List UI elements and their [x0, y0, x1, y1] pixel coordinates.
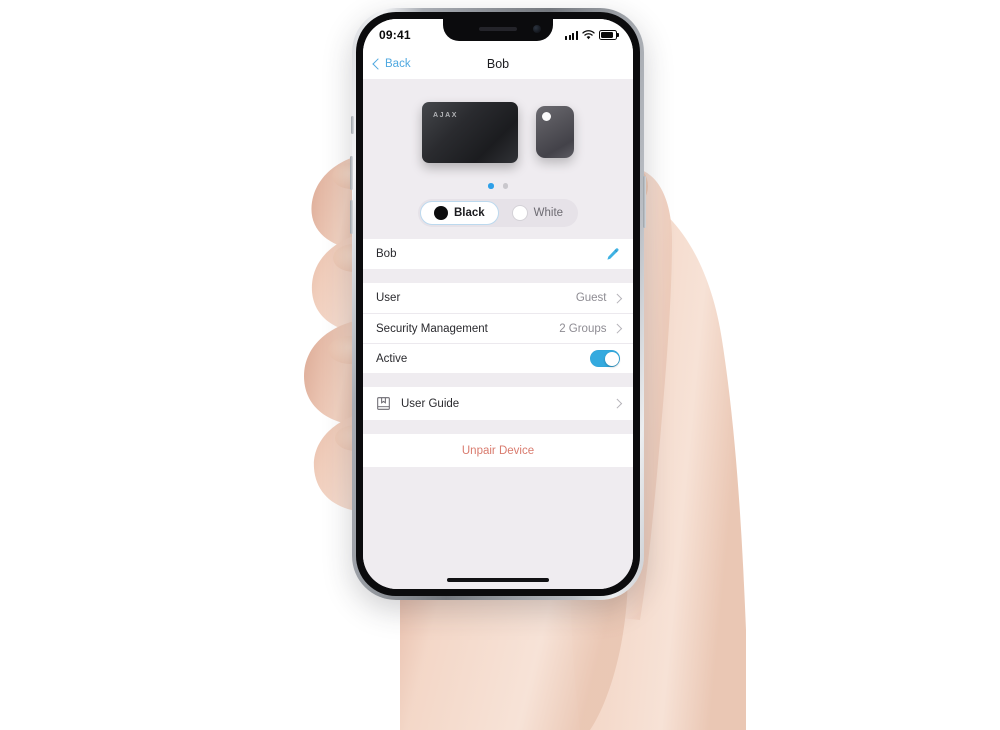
section-gap-1 — [363, 269, 633, 283]
color-option-white-label: White — [533, 207, 564, 219]
unpair-device-row[interactable]: Unpair Device — [363, 434, 633, 467]
volume-down-button[interactable] — [350, 200, 353, 234]
settings-row-active-label: Active — [376, 352, 408, 365]
white-swatch-icon — [511, 205, 528, 221]
page-dot-1[interactable] — [488, 183, 494, 189]
color-option-black[interactable]: Black — [419, 201, 499, 225]
color-option-white[interactable]: White — [499, 201, 576, 225]
active-toggle[interactable] — [590, 350, 620, 367]
color-option-black-label: Black — [453, 207, 485, 219]
front-camera-icon — [533, 25, 541, 33]
ajax-logo: AJAX — [433, 111, 459, 119]
danger-group: Unpair Device — [363, 434, 633, 467]
name-group: Bob — [363, 239, 633, 269]
volume-up-button[interactable] — [350, 156, 353, 190]
tag-keyring-hole — [542, 112, 551, 121]
section-gap-3 — [363, 420, 633, 434]
guide-group: User Guide — [363, 387, 633, 420]
carousel-page-dots[interactable] — [363, 183, 633, 189]
notch — [443, 19, 553, 41]
battery-icon — [599, 29, 619, 41]
phone-device: 09:41 Back Bob AJAX Black White Bob User… — [350, 8, 646, 600]
device-name-row[interactable]: Bob — [363, 239, 633, 269]
device-carousel[interactable]: AJAX — [363, 93, 633, 171]
section-gap-2 — [363, 373, 633, 387]
page-title: Bob — [486, 57, 510, 71]
nav-bar: Back Bob — [363, 49, 633, 79]
back-button-label: Back — [385, 58, 411, 70]
black-swatch-icon — [433, 206, 448, 220]
chevron-right-icon — [612, 398, 622, 409]
wifi-icon — [582, 30, 595, 40]
device-name-value: Bob — [376, 248, 397, 260]
chevron-right-icon — [612, 323, 622, 334]
unpair-device-label: Unpair Device — [461, 444, 535, 457]
settings-row-user-label: User — [376, 292, 401, 304]
settings-row-user[interactable]: User Guest — [363, 283, 633, 313]
phone-screen: 09:41 Back Bob AJAX Black White Bob User… — [363, 19, 633, 589]
chevron-right-icon — [612, 293, 622, 303]
power-button[interactable] — [643, 176, 646, 228]
settings-row-active[interactable]: Active — [363, 343, 633, 373]
earpiece-speaker-icon — [479, 27, 517, 31]
silent-switch[interactable] — [350, 116, 354, 134]
home-indicator[interactable] — [447, 578, 549, 582]
screen-content: AJAX Black White Bob User Guest Security… — [363, 79, 633, 589]
back-button[interactable]: Back — [372, 49, 411, 79]
cellular-signal-icon — [565, 30, 578, 40]
phone-bezel: 09:41 Back Bob AJAX Black White Bob User… — [356, 12, 640, 596]
page-dot-2[interactable] — [502, 183, 508, 189]
pencil-icon[interactable] — [605, 247, 620, 262]
tag-keyfob-image — [536, 106, 574, 158]
status-clock: 09:41 — [379, 28, 411, 42]
device-hero-section: AJAX Black White — [363, 79, 633, 239]
color-segment-wrap: Black White — [363, 199, 633, 227]
settings-row-security-management[interactable]: Security Management 2 Groups — [363, 313, 633, 343]
settings-row-security-label: Security Management — [376, 322, 488, 335]
status-icons — [565, 29, 619, 41]
settings-row-user-value: Guest — [575, 292, 607, 304]
chevron-left-icon — [372, 58, 384, 70]
scene: 09:41 Back Bob AJAX Black White Bob User… — [0, 0, 1000, 730]
pass-card-image: AJAX — [422, 101, 518, 163]
settings-row-security-value: 2 Groups — [559, 322, 607, 335]
book-icon — [377, 397, 390, 410]
color-segmented-control[interactable]: Black White — [417, 199, 579, 227]
user-guide-row[interactable]: User Guide — [363, 387, 633, 420]
user-guide-label: User Guide — [401, 397, 460, 410]
settings-group: User Guest Security Management 2 Groups … — [363, 283, 633, 373]
